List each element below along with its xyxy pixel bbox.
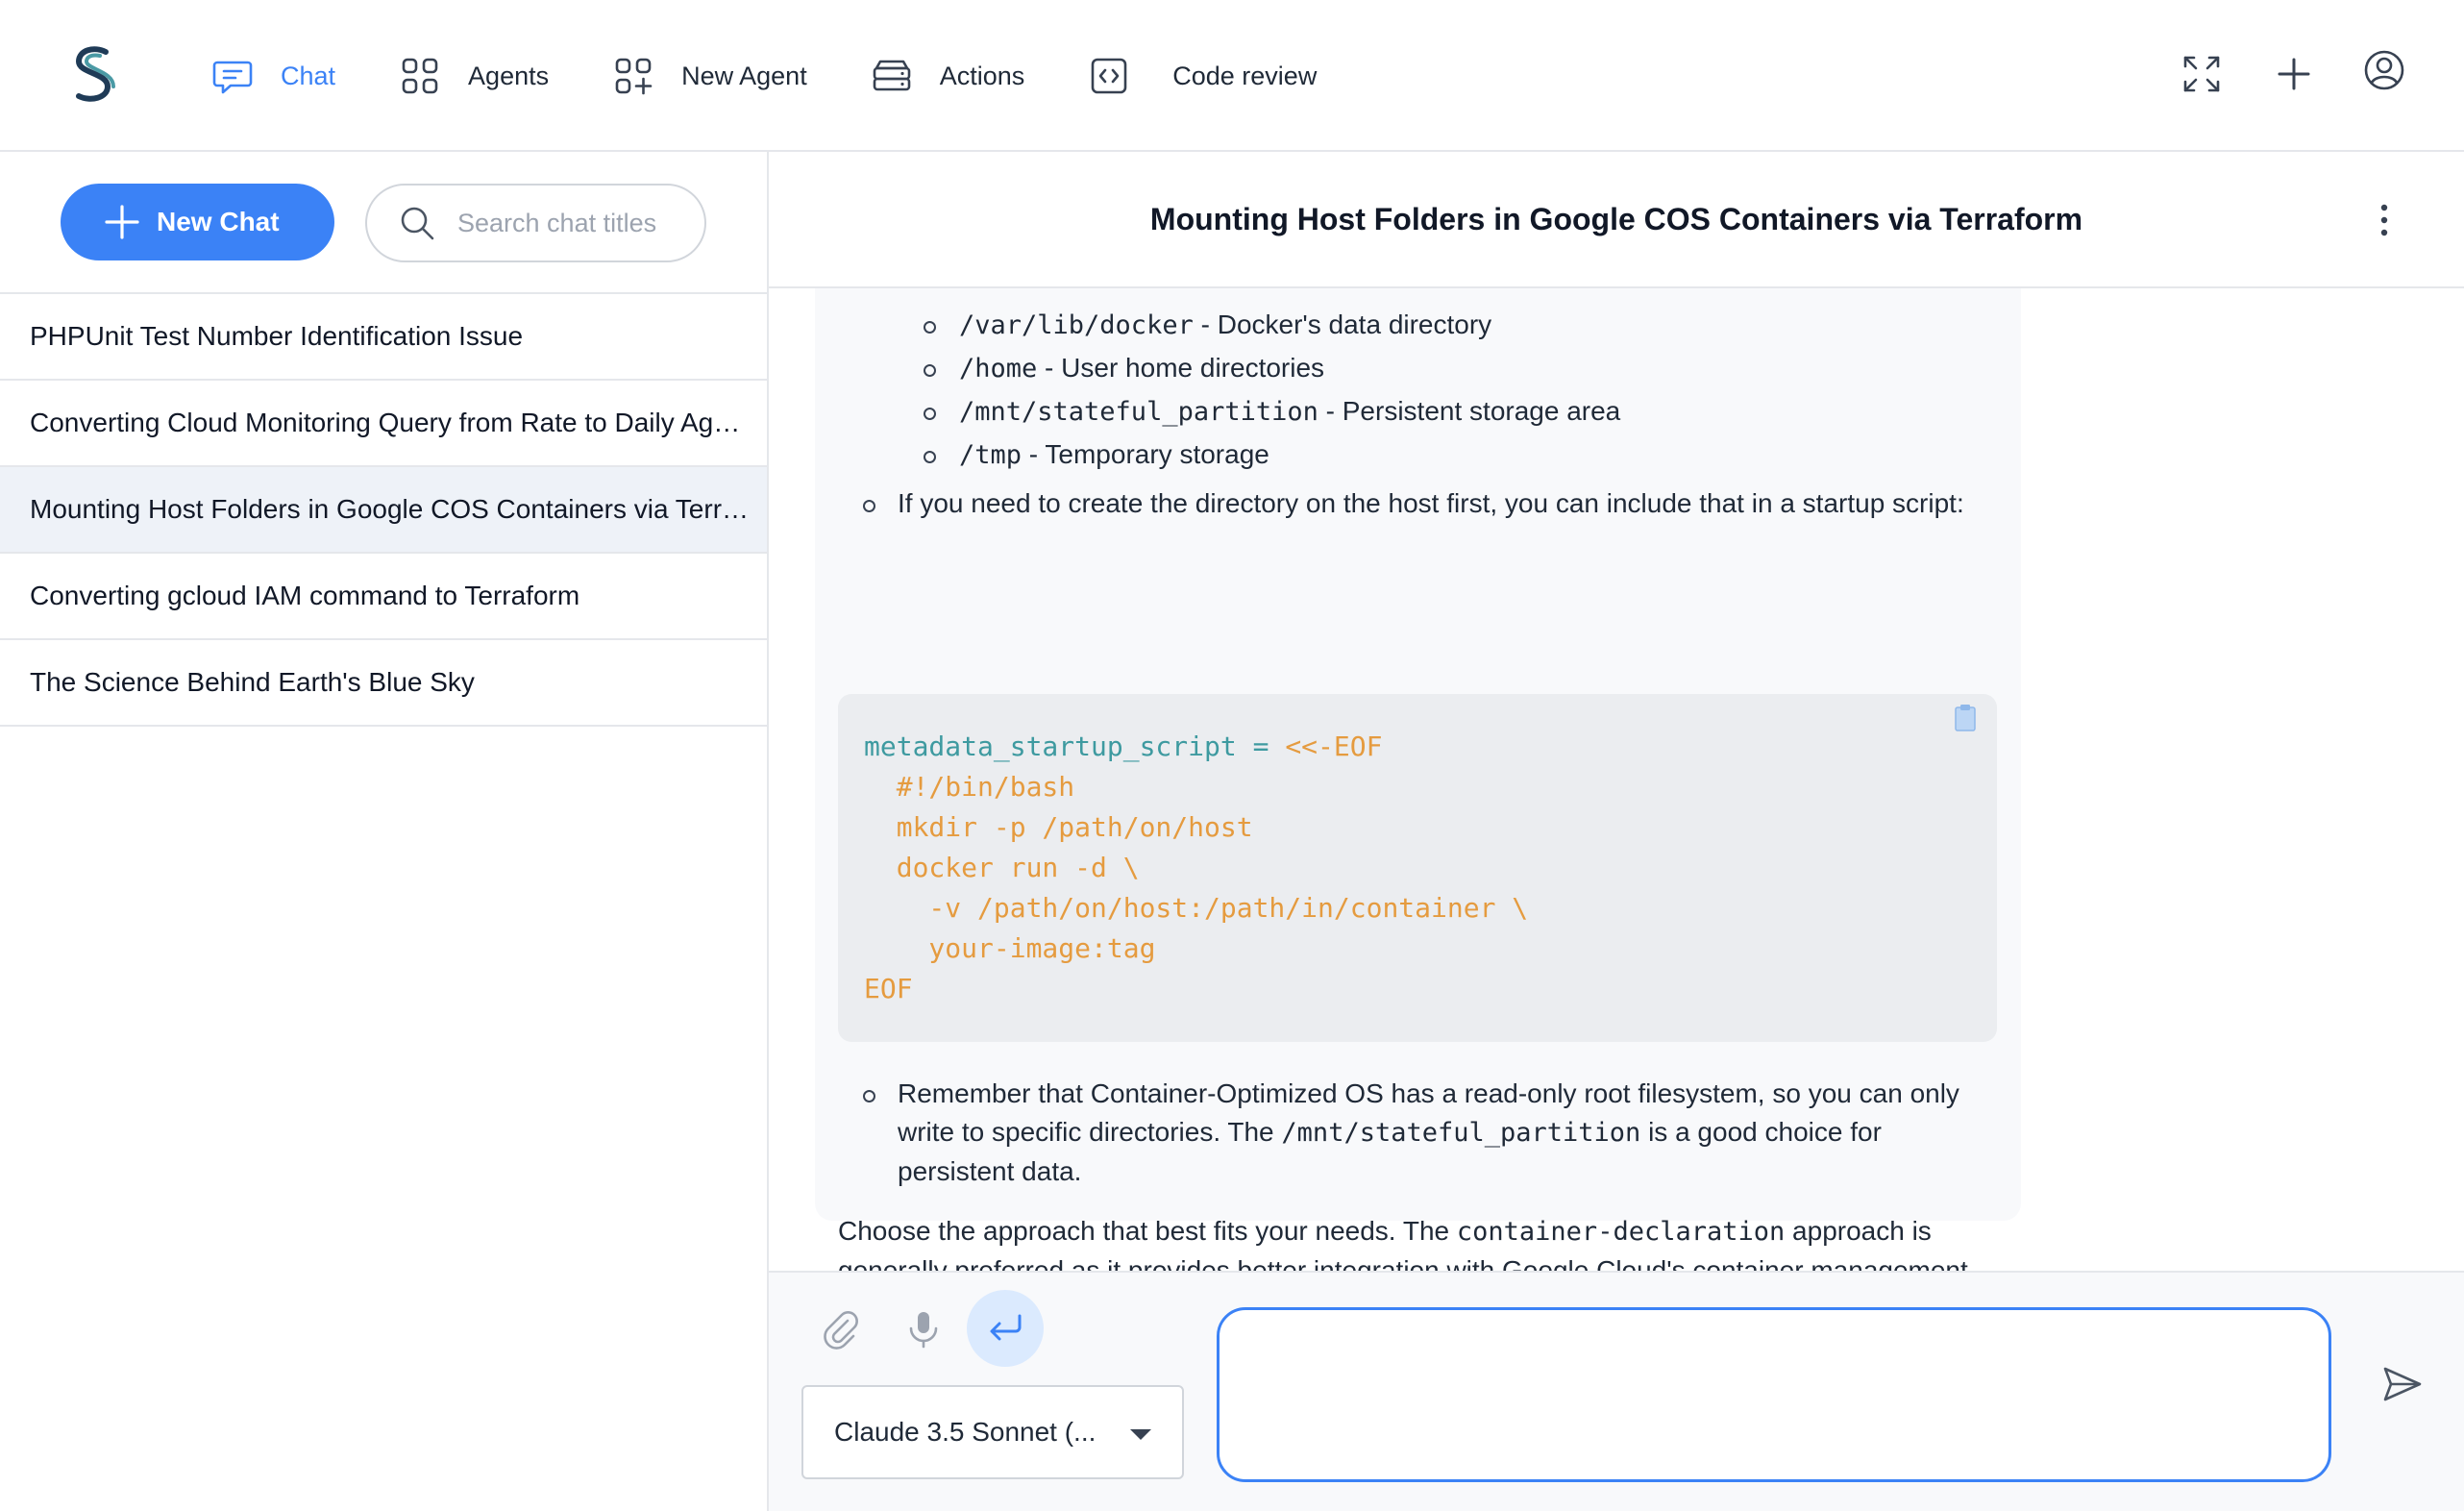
- chat-list-item[interactable]: The Science Behind Earth's Blue Sky: [0, 640, 767, 727]
- code-content: metadata_startup_script = <<-EOF #!/bin/…: [864, 731, 1529, 1004]
- chat-list-item[interactable]: Converting Cloud Monitoring Query from R…: [0, 381, 767, 467]
- chat-list-item[interactable]: PHPUnit Test Number Identification Issue: [0, 294, 767, 381]
- nav-new-agent[interactable]: New Agent: [612, 37, 807, 114]
- chat-title: PHPUnit Test Number Identification Issue: [30, 321, 524, 351]
- model-selected-value: Claude 3.5 Sonnet (...: [834, 1417, 1096, 1447]
- grid-plus-icon: [615, 58, 653, 95]
- chat-history-list: PHPUnit Test Number Identification Issue…: [0, 294, 767, 727]
- assistant-message: /var/lib/docker - Docker's data director…: [815, 288, 2021, 1271]
- grid-icon: [402, 58, 438, 94]
- copy-icon[interactable]: [1949, 702, 1982, 734]
- plus-icon: [105, 205, 139, 239]
- message-scroll-area[interactable]: /var/lib/docker - Docker's data director…: [769, 288, 2464, 1271]
- enter-icon: [990, 1314, 1022, 1341]
- chat-title: Mounting Host Folders in Google COS Cont…: [30, 494, 751, 524]
- nav-code-review[interactable]: Code review: [1088, 37, 1317, 114]
- sidebar-header: New Chat: [0, 152, 767, 294]
- chat-bubble-icon: [212, 61, 253, 94]
- bullet-list-item: Remember that Container-Optimized OS has…: [863, 1075, 1984, 1191]
- code-block: metadata_startup_script = <<-EOF #!/bin/…: [838, 694, 1997, 1042]
- top-navigation-bar: Chat Agents New Agent Actions Code revie…: [0, 0, 2464, 152]
- expand-button[interactable]: [2180, 52, 2224, 96]
- sub-list-item: /var/lib/docker - Docker's data director…: [923, 306, 1491, 345]
- app-logo-icon[interactable]: [65, 44, 121, 106]
- new-chat-button[interactable]: New Chat: [61, 184, 334, 260]
- nav-code-review-label: Code review: [1172, 61, 1318, 90]
- microphone-icon[interactable]: [901, 1307, 946, 1351]
- paperclip-icon[interactable]: [819, 1307, 863, 1351]
- enter-mode-button[interactable]: [967, 1290, 1044, 1367]
- chat-title: Converting Cloud Monitoring Query from R…: [30, 408, 751, 437]
- model-selector[interactable]: Claude 3.5 Sonnet (...: [801, 1385, 1184, 1479]
- closing-paragraph: Choose the approach that best fits your …: [838, 1216, 1968, 1271]
- more-options-icon[interactable]: [2364, 200, 2404, 240]
- main-nav: Chat Agents New Agent Actions Code revie…: [211, 0, 1380, 152]
- sub-list-item: /home - User home directories: [923, 349, 1324, 388]
- search-icon: [401, 207, 434, 240]
- chat-search[interactable]: [365, 184, 706, 262]
- send-icon[interactable]: [2379, 1361, 2426, 1407]
- sub-list-item: /mnt/stateful_partition - Persistent sto…: [923, 392, 1620, 432]
- nav-new-agent-label: New Agent: [681, 61, 807, 90]
- account-icon: [2364, 50, 2404, 90]
- nav-agents[interactable]: Agents: [399, 37, 549, 114]
- chat-header: Mounting Host Folders in Google COS Cont…: [769, 152, 2464, 288]
- search-input[interactable]: [457, 208, 678, 238]
- bullet-list-item: If you need to create the directory on t…: [863, 484, 1984, 523]
- chat-title: The Science Behind Earth's Blue Sky: [30, 667, 475, 697]
- expand-button[interactable]: [1301, 52, 1345, 96]
- account-button[interactable]: [2362, 48, 2406, 92]
- nav-actions[interactable]: Actions: [871, 37, 1025, 114]
- sub-list-item: /tmp - Temporary storage: [924, 435, 1269, 475]
- app-window: Chat Agents New Agent Actions Code revie…: [0, 0, 2464, 1511]
- message-composer: Claude 3.5 Sonnet (...: [769, 1271, 2464, 1511]
- plus-icon: [2278, 58, 2310, 90]
- new-chat-label: New Chat: [157, 207, 280, 236]
- chat-title-heading: Mounting Host Folders in Google COS Cont…: [1149, 201, 2083, 236]
- nav-agents-label: Agents: [468, 61, 550, 90]
- chat-main-panel: Mounting Host Folders in Google COS Cont…: [769, 152, 2464, 1511]
- chat-title: Converting gcloud IAM command to Terrafo…: [30, 581, 580, 610]
- chevron-down-icon: [1130, 1429, 1151, 1440]
- chat-list-item[interactable]: Converting gcloud IAM command to Terrafo…: [0, 554, 767, 640]
- server-stack-icon: [873, 60, 911, 91]
- message-input[interactable]: [1217, 1307, 2331, 1482]
- chat-sidebar: New Chat PHPUnit Test Number Identificat…: [0, 152, 769, 1511]
- chat-list-item-active[interactable]: Mounting Host Folders in Google COS Cont…: [0, 467, 767, 554]
- expand-icon: [2183, 56, 2220, 92]
- nav-chat-label: Chat: [281, 61, 336, 90]
- new-item-button[interactable]: [2272, 52, 2316, 96]
- nav-chat[interactable]: Chat: [211, 37, 335, 114]
- nav-actions-label: Actions: [939, 61, 1025, 90]
- code-brackets-icon: [1091, 58, 1127, 94]
